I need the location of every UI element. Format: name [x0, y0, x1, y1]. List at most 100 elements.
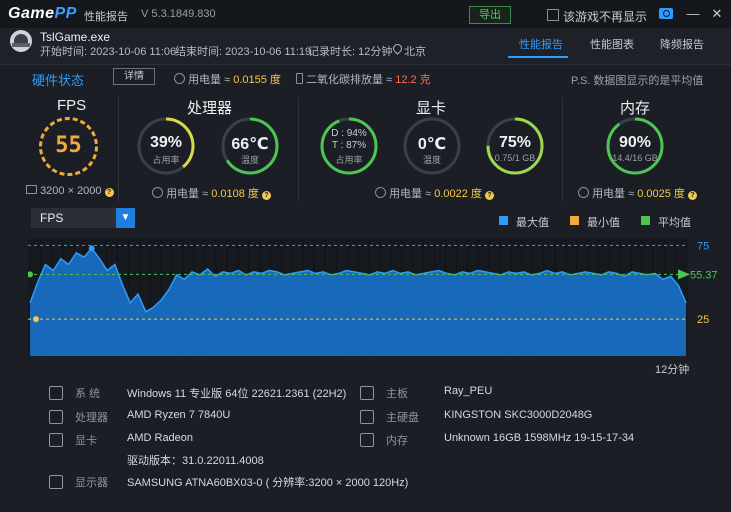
cpu-temp-label: 温度 — [240, 155, 259, 165]
x-axis-label: 12分钟 — [655, 364, 690, 376]
resolution-text: 3200 × 2000 — [40, 185, 102, 197]
detail-button[interactable]: 详情 — [113, 68, 155, 85]
tab-underline — [508, 56, 568, 58]
minimize-icon[interactable]: — — [685, 6, 701, 21]
export-button[interactable]: 导出 — [469, 6, 511, 24]
tab-throttle-report[interactable]: 降频报告 — [660, 36, 704, 52]
ps-note: P.S. 数据图显示的是平均值 — [571, 75, 704, 87]
legend-max-label: 最大值 — [516, 217, 549, 229]
gpu-mem-detail: 0.75/1 GB — [494, 153, 536, 163]
memory-icon — [360, 433, 374, 447]
version-label: V 5.3.1849.830 — [141, 8, 216, 20]
start-time: 开始时间: 2023-10-06 11:06 — [40, 46, 177, 58]
ram-power-value: 0.0025 度 — [637, 188, 685, 200]
power-icon — [578, 187, 589, 198]
metric-select-value: FPS — [40, 211, 64, 225]
sysinfo-label: 主硬盘 — [386, 412, 419, 424]
gpu-temp-value: 0℃ — [417, 136, 447, 153]
sysinfo-value: AMD Ryzen 7 7840U — [127, 409, 231, 421]
divider — [562, 97, 563, 202]
sysinfo-value: KINGSTON SKC3000D2048G — [444, 409, 593, 421]
help-icon[interactable]: ? — [261, 191, 271, 200]
duration: 记录时长: 12分钟 — [308, 46, 393, 58]
cpu-power: 用电量 ≈ 0.0108 度 ? — [152, 185, 271, 201]
total-power-value: 0.0155 度 — [233, 74, 281, 86]
sysinfo-value: Ray_PEU — [444, 385, 493, 397]
legend-avg-swatch — [641, 216, 650, 225]
cpu-usage-value: 39% — [149, 134, 183, 151]
cpu-power-label: 用电量 ≈ — [166, 188, 209, 200]
help-icon[interactable]: ? — [687, 191, 697, 200]
window-title: 性能报告 — [84, 11, 128, 23]
cpu-usage-label: 占用率 — [152, 155, 180, 165]
total-power: 用电量 ≈ 0.0155 度 — [174, 71, 281, 87]
sysinfo-label: 内存 — [386, 435, 408, 447]
max-point — [88, 245, 95, 252]
power-icon — [174, 73, 185, 84]
sysinfo-label: 主板 — [386, 388, 408, 400]
help-icon[interactable]: ? — [104, 188, 114, 197]
gpu-power-value: 0.0022 度 — [434, 188, 482, 200]
dont-show-checkbox[interactable] — [547, 9, 559, 21]
cpu-temp-value: 66℃ — [231, 136, 269, 153]
monitor-icon — [26, 185, 37, 194]
gpu-mem-value: 75% — [498, 134, 532, 151]
sysinfo-value: AMD Radeon — [127, 432, 194, 444]
tab-performance-chart[interactable]: 性能图表 — [590, 36, 634, 52]
end-time: 结束时间: 2023-10-06 11:19 — [175, 46, 312, 58]
gpu-usage-label: 占用率 — [335, 155, 363, 165]
legend-min-label: 最小值 — [587, 217, 620, 229]
power-icon — [375, 187, 386, 198]
min-value-label: 25 — [697, 314, 709, 326]
legend-max-swatch — [499, 216, 508, 225]
divider — [298, 97, 299, 202]
min-point — [33, 316, 39, 323]
os-icon — [49, 386, 63, 400]
gpu-temp-label: 温度 — [422, 155, 441, 165]
legend-min-swatch — [570, 216, 579, 225]
co2-icon — [296, 73, 303, 84]
hw-status-title: 硬件状态 — [32, 73, 85, 88]
tab-performance-report[interactable]: 性能报告 — [519, 36, 563, 52]
sysinfo-value: Windows 11 专业版 64位 22621.2361 (22H2) — [127, 388, 347, 400]
chevron-down-icon[interactable]: ▼ — [116, 208, 135, 228]
gpu-icon — [49, 433, 63, 447]
camera-icon[interactable] — [659, 8, 673, 19]
cpu-icon — [49, 410, 63, 424]
ram-detail: 14.4/16 GB — [612, 153, 658, 163]
sysinfo-label: 系 统 — [75, 388, 101, 400]
close-icon[interactable]: ✕ — [709, 6, 725, 22]
legend-avg-label: 平均值 — [658, 217, 691, 229]
sysinfo-label: 处理器 — [75, 412, 108, 424]
fps-resolution: 3200 × 2000 ? — [26, 185, 114, 197]
ram-power-label: 用电量 ≈ — [592, 188, 635, 200]
gpu-power-label: 用电量 ≈ — [389, 188, 432, 200]
fps-title: FPS — [57, 97, 87, 114]
cpu-power-value: 0.0108 度 — [211, 188, 259, 200]
power-icon — [152, 187, 163, 198]
gpu-power: 用电量 ≈ 0.0022 度 ? — [375, 185, 494, 201]
sysinfo-value: 驱动版本：31.0.22011.4008 — [127, 455, 264, 467]
ram-power: 用电量 ≈ 0.0025 度 ? — [578, 185, 697, 201]
total-power-label: 用电量 ≈ — [188, 74, 231, 86]
help-icon[interactable]: ? — [484, 191, 494, 200]
fps-value: 55 — [55, 133, 82, 158]
co2-label: 二氧化碳排放量 ≈ — [306, 74, 393, 86]
divider — [118, 97, 119, 202]
sysinfo-value: Unknown 16GB 1598MHz 19-15-17-34 — [444, 432, 635, 444]
fps-chart: 75 55.37 25 — [28, 238, 718, 356]
game-avatar — [10, 30, 32, 52]
co2-emission: 二氧化碳排放量 ≈ 12.2 克 — [296, 71, 431, 87]
avg-value-label: 55.37 — [690, 269, 718, 281]
ram-value: 90% — [618, 134, 652, 151]
sysinfo-value: SAMSUNG ATNA60BX03-0 ( 分辨率:3200 × 2000 1… — [127, 477, 409, 489]
motherboard-icon — [360, 386, 374, 400]
sysinfo-label: 显卡 — [75, 435, 97, 447]
max-value-label: 75 — [697, 240, 709, 252]
sysinfo-label: 显示器 — [75, 477, 108, 489]
dont-show-label: 该游戏不再显示 — [563, 10, 648, 24]
app-logo: GamePP — [8, 5, 77, 22]
monitor-icon — [49, 475, 63, 489]
gpu-d-usage: D : 94% — [331, 128, 367, 139]
co2-value: 12.2 克 — [395, 74, 431, 86]
